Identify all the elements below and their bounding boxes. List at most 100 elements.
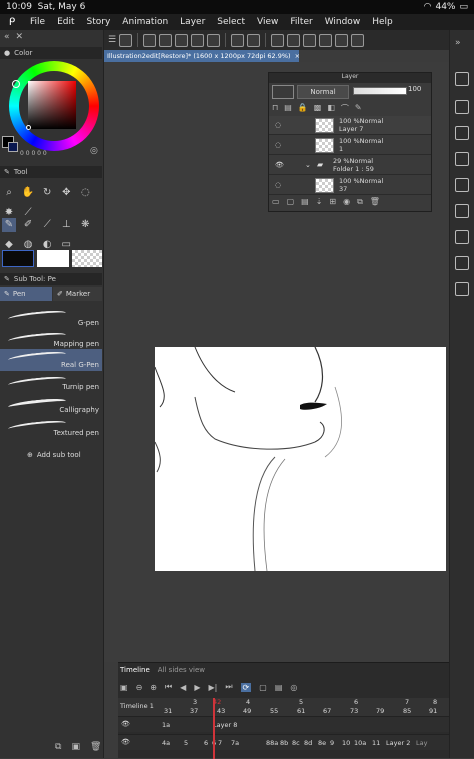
panel-icon-2[interactable] (455, 100, 469, 114)
opacity-value[interactable]: 100 (408, 85, 421, 93)
delete-layer-icon[interactable]: 🗑 (370, 197, 380, 209)
panel-icon-8[interactable] (455, 256, 469, 270)
layer-row[interactable]: ◌ 100 %Normal 1 (269, 136, 431, 155)
menu-select[interactable]: Select (211, 17, 251, 27)
new-icon[interactable]: ▣ (71, 742, 80, 752)
menu-window[interactable]: Window (319, 17, 367, 27)
zoom-out-icon[interactable]: ⊖ (136, 683, 143, 692)
mask-create-icon[interactable]: ◉ (343, 197, 350, 209)
chevron-down-icon[interactable]: ⌄ (305, 161, 311, 169)
layer-property-icon[interactable] (272, 85, 294, 99)
panel-icon-6[interactable] (455, 204, 469, 218)
add-sub-tool-button[interactable]: ⊕ Add sub tool (27, 451, 81, 459)
zoom-tool-icon[interactable]: ⌕ (2, 186, 16, 200)
transfer-icon[interactable]: ⇣ (316, 197, 323, 209)
app-settings-icon[interactable] (119, 33, 133, 47)
new-cel-icon[interactable]: ▢ (259, 683, 267, 692)
save-icon[interactable] (175, 33, 189, 47)
ruler-icon[interactable]: ⌒ (341, 103, 349, 115)
menu-filter[interactable]: Filter (284, 17, 318, 27)
brush-icon[interactable]: ⟋ (40, 218, 54, 232)
hue-marker[interactable] (12, 80, 20, 88)
draft-icon[interactable]: ✎ (355, 103, 362, 115)
onion-skin-icon[interactable]: ◎ (290, 683, 297, 692)
mask-icon[interactable]: ◧ (327, 103, 335, 115)
panel-icon-1[interactable] (455, 72, 469, 86)
panel-icon-9[interactable] (455, 282, 469, 296)
menu-layer[interactable]: Layer (174, 17, 211, 27)
move-tool-icon[interactable]: ✥ (59, 186, 73, 200)
folder-row[interactable]: 👁 ⌄ ▰ 29 %Normal Folder 1 : 59 (269, 156, 431, 175)
new-timeline-icon[interactable]: ▣ (120, 683, 128, 692)
clear-icon[interactable] (271, 33, 285, 47)
fill-bucket-icon[interactable]: ◍ (21, 237, 35, 251)
blend-mode-select[interactable]: Normal (297, 85, 349, 99)
select-all-icon[interactable] (303, 33, 317, 47)
fill-icon[interactable] (319, 33, 333, 47)
brush-g-pen[interactable]: G-pen (0, 308, 102, 330)
lock-icon[interactable]: 🔒 (298, 103, 308, 115)
sub-color-swatch[interactable] (8, 142, 18, 152)
lasso-tool-icon[interactable]: ◌ (78, 186, 92, 200)
new-file-icon[interactable] (143, 33, 157, 47)
saturation-value-square[interactable] (28, 81, 76, 129)
shape-icon[interactable]: ▭ (59, 237, 73, 251)
rotate-tool-icon[interactable]: ↻ (40, 186, 54, 200)
timeline-name[interactable]: Timeline 1 (120, 702, 154, 710)
brush-real-g-pen[interactable]: Real G-Pen (0, 349, 102, 371)
trash-icon[interactable]: 🗑 (90, 742, 101, 752)
zoom-in-icon[interactable]: ⊕ (150, 683, 157, 692)
close-tab-icon[interactable]: × (295, 52, 299, 60)
collapse-icon[interactable]: « (4, 32, 10, 42)
new-raster-layer-icon[interactable]: ▭ (272, 197, 280, 209)
panel-icon-3[interactable] (455, 126, 469, 140)
redo-icon[interactable] (247, 33, 261, 47)
copy-icon[interactable]: ⧉ (55, 742, 61, 752)
drawing-color-black[interactable] (2, 250, 34, 267)
first-frame-icon[interactable]: ⏮ (165, 682, 172, 692)
opacity-slider[interactable] (353, 87, 407, 95)
crop-icon[interactable] (335, 33, 349, 47)
open-file-icon[interactable] (159, 33, 173, 47)
document-tab[interactable]: Illustration2edit[Restore]* (1600 x 1200… (104, 50, 299, 62)
play-icon[interactable]: ▶ (194, 683, 200, 692)
reference-icon[interactable]: ▤ (284, 103, 292, 115)
assign-cel-icon[interactable]: ▤ (275, 683, 283, 692)
app-logo-icon[interactable]: ᑭ (0, 17, 24, 28)
playhead[interactable] (213, 698, 215, 759)
drawing-color-white[interactable] (37, 250, 69, 267)
menu-animation[interactable]: Animation (116, 17, 174, 27)
new-folder-icon[interactable]: ▤ (301, 197, 309, 209)
panel-icon-7[interactable] (455, 230, 469, 244)
brush-textured-pen[interactable]: Textured pen (0, 418, 102, 440)
track-visibility-icon[interactable]: 👁 (121, 738, 130, 746)
gradient-icon[interactable]: ◐ (40, 237, 54, 251)
export-icon[interactable] (191, 33, 205, 47)
drawing-color-transparent[interactable] (72, 250, 102, 267)
airbrush-icon[interactable]: ⊥ (59, 218, 73, 232)
color-marker[interactable] (26, 125, 31, 130)
canvas-paper[interactable] (154, 346, 446, 572)
brush-calligraphy[interactable]: Calligraphy (0, 396, 102, 418)
visibility-icon[interactable]: ◌ (275, 141, 281, 149)
combine-icon[interactable]: ⊞ (329, 197, 336, 209)
visibility-icon[interactable]: ◌ (275, 121, 281, 129)
prev-frame-icon[interactable]: ◀ (180, 683, 186, 692)
timeline-track-1[interactable]: 👁 1a Layer 8 (118, 716, 449, 732)
tab-pen[interactable]: ✎ Pen (0, 287, 52, 301)
menu-file[interactable]: File (24, 17, 51, 27)
tab-marker[interactable]: ✐ Marker (53, 287, 102, 301)
panel-icon-5[interactable] (455, 178, 469, 192)
lock-transparency-icon[interactable]: ▩ (314, 103, 322, 115)
tab-timeline[interactable]: Timeline (120, 666, 150, 674)
menu-icon[interactable]: ☰ (108, 35, 116, 45)
menu-story[interactable]: Story (81, 17, 117, 27)
track-visibility-icon[interactable]: 👁 (121, 720, 130, 728)
duplicate-icon[interactable]: ⧉ (357, 197, 363, 209)
hand-tool-icon[interactable]: ✋ (21, 186, 35, 200)
visibility-icon[interactable]: ◌ (275, 181, 281, 189)
frame-ruler[interactable]: Timeline 1 3 42 4 5 6 7 8 31 37 43 49 55… (118, 698, 449, 718)
brush-turnip-pen[interactable]: Turnip pen (0, 374, 102, 396)
tab-all-sides-view[interactable]: All sides view (158, 666, 205, 674)
pencil-icon[interactable]: ✐ (21, 218, 35, 232)
